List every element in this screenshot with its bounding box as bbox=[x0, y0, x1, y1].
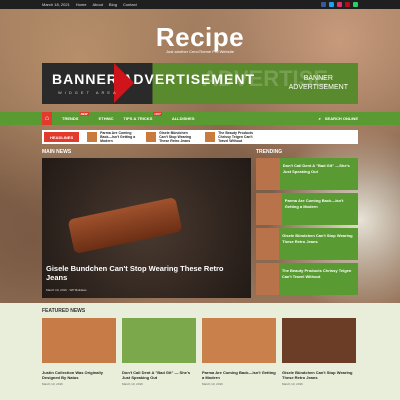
top-link-home[interactable]: Home bbox=[76, 2, 87, 7]
banner-advertisement[interactable]: ADVERTISE BANNER ADVERTISEMENT WIDGET AR… bbox=[42, 63, 358, 104]
trending-item[interactable]: The Beauty Products Chrissy Teigen Can't… bbox=[256, 263, 358, 295]
top-link-about[interactable]: About bbox=[92, 2, 102, 7]
banner-arrow bbox=[114, 63, 134, 103]
featured-thumb bbox=[122, 318, 196, 363]
trending-item[interactable]: Parma Are Coming Back—Isn't Getting a Mo… bbox=[256, 193, 358, 225]
trending-item[interactable]: Don't Call Dent A "Bad Git" —She's Just … bbox=[256, 158, 358, 190]
main-news-title[interactable]: Gisele Bundchen Can't Stop Wearing These… bbox=[46, 264, 246, 282]
top-bar: March 18, 2021 Home About Blog Contact bbox=[0, 0, 400, 9]
nav-item-tips[interactable]: TIPS & TRICKS HOT bbox=[123, 112, 162, 121]
nav-trends-label: TRENDS bbox=[62, 116, 79, 121]
banner-title: BANNER ADVERTISEMENT bbox=[52, 71, 256, 87]
social-icons bbox=[321, 2, 358, 7]
pinterest-icon[interactable] bbox=[345, 2, 350, 7]
nav-item-alldishes[interactable]: ALLDISHES bbox=[172, 116, 195, 121]
headline-ticker: HEADLINES Parma Are Coming Back—Isn't Ge… bbox=[42, 130, 358, 144]
nav-tips-label: TIPS & TRICKS bbox=[123, 116, 153, 121]
main-news-label: MAIN NEWS bbox=[42, 149, 72, 155]
home-icon[interactable]: ⌂ bbox=[42, 112, 52, 125]
featured-card[interactable]: Gisele Bündchen Can't Stop Wearing These… bbox=[282, 318, 356, 386]
facebook-icon[interactable] bbox=[321, 2, 326, 7]
banner-right-text: BANNER ADVERTISEMENT bbox=[289, 74, 348, 92]
main-nav: ⌂ TRENDS NEW ETHNIC TIPS & TRICKS HOT AL… bbox=[0, 112, 400, 125]
badge-new: NEW bbox=[79, 112, 89, 116]
top-link-contact[interactable]: Contact bbox=[123, 2, 137, 7]
date: March 18, 2021 bbox=[42, 2, 70, 7]
featured-card[interactable]: Don't Call Dent A "Bad Git" — She's Just… bbox=[122, 318, 196, 386]
site-tagline: Just another CenoTheme Pro Website bbox=[166, 49, 234, 54]
nav-item-ethnic[interactable]: ETHNIC bbox=[99, 116, 114, 121]
ribs-image bbox=[67, 196, 183, 255]
ticker-item[interactable]: Parma Are Coming Back—Isn't Getting a Mo… bbox=[87, 131, 138, 143]
search-icon: ⌕ bbox=[318, 116, 321, 121]
ticker-item[interactable]: Gisele Bündchen Can't Stop Wearing These… bbox=[146, 131, 197, 143]
banner-sub: WIDGET AREA bbox=[58, 90, 119, 95]
trending-label: TRENDING bbox=[256, 149, 283, 155]
trend-thumb bbox=[256, 228, 280, 260]
headlines-label: HEADLINES bbox=[44, 132, 80, 142]
trending-item[interactable]: Gisele Bündchen Can't Stop Wearing These… bbox=[256, 228, 358, 260]
ticker-item[interactable]: The Beauty Products Chrissy Teigen Can't… bbox=[205, 131, 256, 143]
banner-right-line2: ADVERTISEMENT bbox=[288, 84, 348, 91]
trend-thumb bbox=[256, 158, 280, 190]
ticker-thumb bbox=[87, 132, 98, 142]
featured-thumb bbox=[282, 318, 356, 363]
featured-news: FEATURED NEWS Justin Collection Was Orig… bbox=[0, 303, 400, 400]
featured-label: FEATURED NEWS bbox=[42, 308, 86, 314]
nav-item-trends[interactable]: TRENDS NEW bbox=[62, 112, 89, 121]
whatsapp-icon[interactable] bbox=[353, 2, 358, 7]
featured-card[interactable]: Justin Collection Was Originally Designe… bbox=[42, 318, 116, 386]
featured-thumb bbox=[202, 318, 276, 363]
twitter-icon[interactable] bbox=[329, 2, 334, 7]
instagram-icon[interactable] bbox=[337, 2, 342, 7]
trend-thumb bbox=[256, 193, 282, 225]
ticker-thumb bbox=[205, 132, 216, 142]
main-news-meta: March 10, 2016 · WP Buildass bbox=[46, 288, 87, 292]
ticker-thumb bbox=[146, 132, 157, 142]
featured-thumb bbox=[42, 318, 116, 363]
search-button[interactable]: ⌕ SEARCH ONLINE bbox=[319, 116, 358, 121]
search-label: SEARCH ONLINE bbox=[324, 116, 358, 121]
badge-hot: HOT bbox=[153, 112, 162, 116]
trend-thumb bbox=[256, 263, 279, 295]
top-link-blog[interactable]: Blog bbox=[109, 2, 117, 7]
featured-card[interactable]: Parma Are Coming Back—Isn't Getting a Mo… bbox=[202, 318, 276, 386]
banner-right-line1: BANNER bbox=[303, 75, 333, 82]
